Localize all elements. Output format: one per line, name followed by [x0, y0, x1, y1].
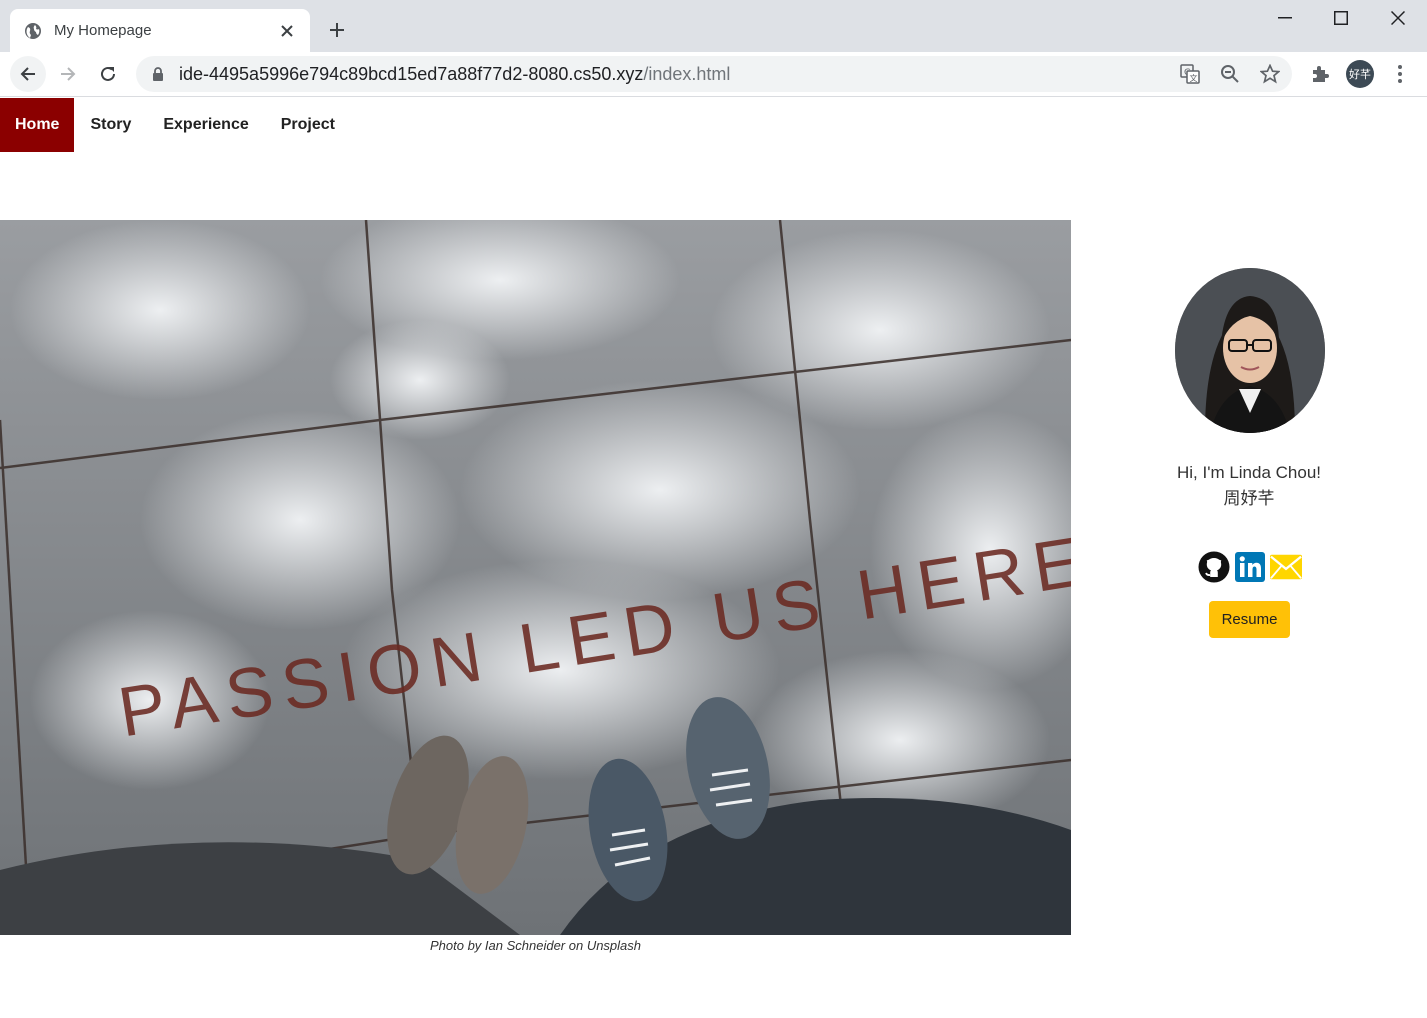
- address-bar[interactable]: ide-4495a5996e794c89bcd15ed7a88f77d2-808…: [136, 56, 1292, 92]
- nav-story[interactable]: Story: [74, 98, 147, 152]
- extensions-puzzle-icon[interactable]: [1307, 61, 1333, 87]
- url-host: ide-4495a5996e794c89bcd15ed7a88f77d2-808…: [179, 63, 644, 84]
- greeting-text: Hi, I'm Linda Chou!: [1176, 463, 1322, 482]
- window-close-icon[interactable]: [1370, 0, 1426, 36]
- tab-strip: My Homepage: [0, 0, 1427, 52]
- linkedin-icon[interactable]: [1234, 551, 1266, 583]
- tab-title: My Homepage: [54, 22, 152, 39]
- reload-icon[interactable]: [90, 56, 126, 92]
- translate-icon[interactable]: G文: [1177, 61, 1203, 87]
- svg-text:文: 文: [1190, 73, 1198, 83]
- profile-initials: 好芊: [1349, 68, 1371, 81]
- url-path: /index.html: [643, 63, 731, 84]
- close-tab-icon[interactable]: [278, 22, 296, 40]
- nav-experience[interactable]: Experience: [147, 98, 264, 152]
- browser-tab[interactable]: My Homepage: [10, 9, 310, 52]
- github-icon[interactable]: [1198, 551, 1230, 583]
- site-navbar: Home Story Experience Project: [0, 98, 351, 152]
- photo-credit: Photo by Ian Schneider on Unsplash: [429, 938, 642, 953]
- url-text[interactable]: ide-4495a5996e794c89bcd15ed7a88f77d2-808…: [179, 64, 730, 85]
- greeting-block: Hi, I'm Linda Chou! 周妤芊: [1071, 460, 1427, 512]
- lock-icon[interactable]: [152, 67, 166, 81]
- new-tab-plus-icon[interactable]: [326, 19, 348, 41]
- browser-toolbar: ide-4495a5996e794c89bcd15ed7a88f77d2-808…: [0, 52, 1427, 97]
- profile-avatar[interactable]: 好芊: [1346, 60, 1374, 88]
- globe-icon: [24, 22, 42, 40]
- minimize-icon[interactable]: [1257, 0, 1313, 36]
- zoom-out-icon[interactable]: [1217, 61, 1243, 87]
- mail-icon[interactable]: [1270, 551, 1302, 583]
- menu-kebab-icon[interactable]: [1387, 61, 1413, 87]
- forward-arrow-icon[interactable]: [50, 56, 86, 92]
- nav-project[interactable]: Project: [265, 98, 351, 152]
- bookmark-star-icon[interactable]: [1257, 61, 1283, 87]
- hero-image: PASSION LED US HERE: [0, 220, 1071, 935]
- nav-home[interactable]: Home: [0, 98, 75, 152]
- maximize-icon[interactable]: [1313, 0, 1369, 36]
- back-arrow-icon[interactable]: [10, 56, 46, 92]
- social-links: [1198, 551, 1302, 583]
- chinese-name: 周妤芊: [1223, 489, 1275, 508]
- profile-photo: [1175, 268, 1325, 433]
- resume-button[interactable]: Resume: [1209, 601, 1290, 638]
